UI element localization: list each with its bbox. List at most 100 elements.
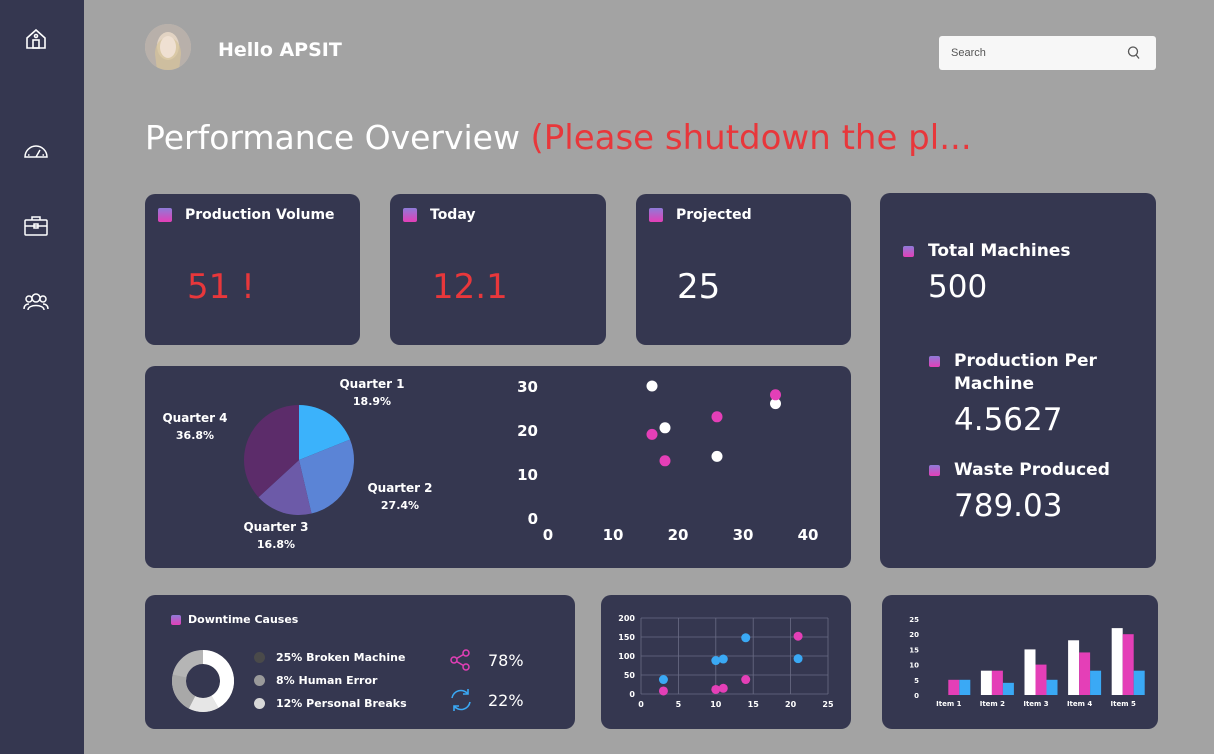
downtime-legend: 25% Broken Machine 8% Human Error 12% Pe… bbox=[254, 651, 407, 720]
sidebar bbox=[0, 0, 84, 754]
downtime-title: Downtime Causes bbox=[171, 613, 298, 626]
x-tick-label: Item 1 bbox=[936, 700, 961, 708]
quarterly-charts-card: Quarter 1 18.9% Quarter 2 27.4% Quarter 3 16.… bbox=[145, 366, 851, 568]
y-tick-label: 10 bbox=[517, 466, 538, 484]
scatter-chart-grid: 0 5 10 15 20 25 0 50 100 150 200 bbox=[618, 614, 834, 709]
briefcase-icon[interactable] bbox=[22, 212, 50, 240]
pie-slice-label: Quarter 2 bbox=[367, 481, 432, 495]
kpi-label: Today bbox=[430, 207, 476, 223]
scatter-point bbox=[793, 654, 803, 664]
legend-square-icon bbox=[158, 208, 172, 222]
bar bbox=[991, 670, 1003, 695]
y-tick-label: 25 bbox=[909, 616, 919, 624]
kpi-label: Production Volume bbox=[185, 207, 335, 223]
pie-slice-value: 27.4% bbox=[381, 499, 419, 512]
x-tick-label: 25 bbox=[822, 700, 834, 709]
y-tick-label: 5 bbox=[914, 677, 919, 685]
scatter-point bbox=[658, 686, 668, 696]
users-icon[interactable] bbox=[22, 288, 50, 316]
stat-value: 789.03 bbox=[954, 488, 1063, 524]
y-tick-label: 150 bbox=[618, 633, 635, 642]
donut-segment bbox=[172, 674, 196, 709]
scatter-point bbox=[718, 683, 728, 693]
x-tick-label: 10 bbox=[603, 526, 624, 544]
legend-dot-icon bbox=[254, 652, 265, 663]
x-tick-label: Item 4 bbox=[1067, 700, 1092, 708]
bar bbox=[1046, 679, 1058, 695]
scatter-point bbox=[659, 455, 671, 467]
bar bbox=[1002, 682, 1014, 695]
legend-square-icon bbox=[929, 465, 940, 476]
bar bbox=[1133, 670, 1145, 695]
bar bbox=[1111, 628, 1123, 695]
scatter-point bbox=[711, 411, 723, 423]
scatter-point bbox=[711, 656, 721, 666]
scatter-point bbox=[718, 654, 728, 664]
donut-chart bbox=[172, 650, 234, 712]
bar bbox=[1024, 649, 1036, 695]
search-icon[interactable] bbox=[1126, 45, 1142, 61]
legend-item: 25% Broken Machine bbox=[254, 651, 407, 664]
scatter-point bbox=[658, 675, 668, 685]
search-box[interactable] bbox=[939, 36, 1156, 70]
kpi-value: 12.1 bbox=[432, 267, 508, 307]
share-stat: 78% bbox=[448, 648, 524, 672]
legend-square-icon bbox=[929, 356, 940, 367]
bar bbox=[1035, 664, 1047, 695]
bar-chart-card: 0 5 10 15 20 25 Item 1 Item 2 Item 3 Item 4 Item 5 bbox=[882, 595, 1158, 729]
x-tick-label: Item 5 bbox=[1111, 700, 1136, 708]
kpi-value: 25 bbox=[677, 267, 721, 307]
speedometer-icon[interactable] bbox=[22, 137, 50, 165]
refresh-icon bbox=[451, 689, 471, 711]
search-input[interactable] bbox=[939, 36, 1119, 70]
share-percent: 78% bbox=[488, 650, 524, 670]
x-tick-label: 5 bbox=[676, 700, 682, 709]
legend-square-icon bbox=[649, 208, 663, 222]
scatter-point bbox=[741, 675, 751, 685]
scatter-point bbox=[711, 450, 723, 462]
scatter-point bbox=[741, 633, 751, 643]
legend-square-icon bbox=[403, 208, 417, 222]
kpi-card-projected: Projected 25 bbox=[636, 194, 851, 345]
bar bbox=[1079, 652, 1091, 695]
y-tick-label: 15 bbox=[909, 646, 919, 654]
scatter-point bbox=[659, 422, 671, 434]
stat-label: Total Machines bbox=[928, 241, 1071, 261]
x-tick-label: 10 bbox=[710, 700, 722, 709]
downtime-causes-card: Downtime Causes 25% Broken Machine 8% Hu… bbox=[145, 595, 575, 729]
bar bbox=[980, 670, 992, 695]
bar bbox=[948, 679, 960, 695]
bar-chart: 0 5 10 15 20 25 Item 1 Item 2 Item 3 Item 4 Item 5 bbox=[909, 616, 1145, 708]
y-tick-label: 0 bbox=[528, 510, 538, 528]
legend-label: 12% Personal Breaks bbox=[276, 697, 407, 710]
scatter-point bbox=[793, 631, 803, 641]
scatter-grid-card: 0 5 10 15 20 25 0 50 100 150 200 bbox=[601, 595, 851, 729]
scatter-point bbox=[646, 380, 658, 392]
page-title-text: Performance Overview bbox=[145, 118, 520, 157]
y-tick-label: 50 bbox=[624, 671, 636, 680]
donut-segment bbox=[202, 650, 234, 708]
x-tick-label: 15 bbox=[748, 700, 760, 709]
bar bbox=[959, 679, 971, 695]
pie-slice-label: Quarter 3 bbox=[243, 520, 308, 534]
legend-dot-icon bbox=[254, 675, 265, 686]
downtime-title-text: Downtime Causes bbox=[188, 613, 299, 626]
y-tick-label: 200 bbox=[618, 614, 635, 623]
share-icon bbox=[450, 649, 470, 671]
greeting: Hello APSIT bbox=[218, 39, 342, 61]
avatar[interactable] bbox=[145, 24, 191, 70]
x-tick-label: 0 bbox=[638, 700, 644, 709]
legend-item: 12% Personal Breaks bbox=[254, 697, 407, 710]
y-tick-label: 20 bbox=[517, 422, 538, 440]
y-tick-label: 100 bbox=[618, 652, 635, 661]
home-icon[interactable] bbox=[22, 25, 50, 53]
refresh-stat: 22% bbox=[448, 687, 524, 713]
production-per-machine-stat: Production Per Machine 4.5627 bbox=[929, 350, 1134, 438]
pie-slice-value: 16.8% bbox=[257, 538, 295, 551]
waste-produced-stat: Waste Produced 789.03 bbox=[929, 459, 1110, 524]
page-title-note: (Please shutdown the pl... bbox=[530, 118, 972, 158]
x-tick-label: 30 bbox=[733, 526, 754, 544]
y-tick-label: 20 bbox=[909, 631, 919, 639]
page-title: Performance Overview (Please shutdown th… bbox=[145, 118, 972, 158]
legend-label: 25% Broken Machine bbox=[276, 651, 406, 664]
